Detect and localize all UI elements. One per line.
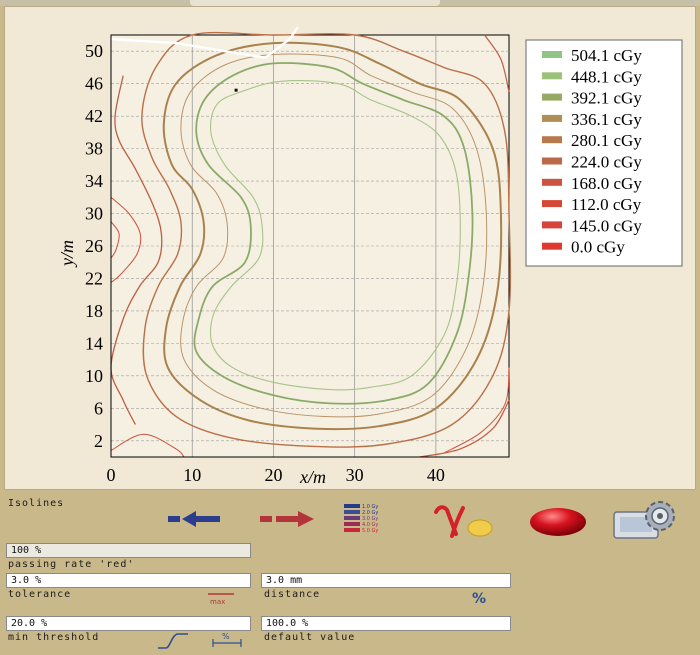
passing-rate-label: passing rate 'red' bbox=[8, 559, 135, 570]
red-sphere-icon bbox=[530, 508, 586, 536]
y-tick-label-4: 18 bbox=[85, 301, 103, 321]
percent-toggle-button[interactable]: % bbox=[472, 591, 486, 607]
max-line-icon: max bbox=[208, 593, 234, 605]
right-arrow-icon bbox=[260, 511, 314, 527]
settings-button[interactable] bbox=[610, 498, 680, 542]
legend-label-5: 224.0 cGy bbox=[571, 153, 642, 172]
legend-swatch-2 bbox=[542, 93, 562, 101]
legend-swatch-7 bbox=[542, 200, 562, 208]
legend-label-7: 112.0 cGy bbox=[571, 195, 642, 214]
legend-swatch-3 bbox=[542, 114, 562, 122]
y-tick-labels: 261014182226303438424650 bbox=[85, 41, 103, 451]
range-percent-label: % bbox=[222, 632, 230, 641]
legend-label-9: 0.0 cGy bbox=[571, 238, 625, 257]
default-value-label: default value bbox=[264, 632, 356, 643]
max-toggle-button[interactable]: max bbox=[206, 589, 236, 605]
y-tick-label-1: 6 bbox=[94, 398, 103, 418]
dose-marker bbox=[234, 88, 238, 92]
legend-label-4: 280.1 cGy bbox=[571, 131, 642, 150]
isodose-plot-panel: 0 10 20 30 40 2 6 10 14 18 22 26 30 34 38 42 46 50 x/m y… bbox=[4, 6, 696, 490]
y-tick-label-7: 30 bbox=[85, 204, 103, 224]
next-isoline-button[interactable] bbox=[256, 509, 316, 529]
legend-label-6: 168.0 cGy bbox=[571, 174, 642, 193]
legend-swatch-9 bbox=[542, 242, 562, 250]
y-tick-label-8: 34 bbox=[85, 171, 103, 191]
plot-area bbox=[110, 34, 510, 458]
x-tick-labels: 0 10 20 30 40 bbox=[107, 465, 445, 485]
passing-rate-field[interactable]: 100 % bbox=[6, 543, 251, 558]
y-tick-label-12: 50 bbox=[85, 41, 103, 61]
legend-swatch-6 bbox=[542, 178, 562, 186]
x-tick-label-4: 40 bbox=[427, 465, 445, 485]
legend-swatch-4 bbox=[542, 136, 562, 144]
y-tick-label-10: 42 bbox=[85, 106, 103, 126]
threshold-curve-icon bbox=[158, 633, 188, 649]
tolerance-field[interactable]: 3.0 % bbox=[6, 573, 251, 588]
legend-swatch-5 bbox=[542, 157, 562, 165]
x-tick-label-2: 20 bbox=[264, 465, 282, 485]
legend-label-1: 448.1 cGy bbox=[571, 67, 642, 86]
default-value-field[interactable]: 100.0 % bbox=[261, 616, 511, 631]
legend-label-2: 392.1 cGy bbox=[571, 89, 642, 108]
x-tick-label-1: 10 bbox=[183, 465, 201, 485]
y-tick-label-2: 10 bbox=[85, 366, 103, 386]
isodose-chart: 0 10 20 30 40 261014182226303438424650 x/m y… bbox=[57, 26, 683, 487]
gamma-icon bbox=[434, 505, 493, 538]
legend-swatch-8 bbox=[542, 221, 562, 229]
isolines-label: Isolines bbox=[8, 498, 65, 509]
y-tick-label-11: 46 bbox=[85, 74, 103, 94]
x-tick-label-0: 0 bbox=[107, 465, 116, 485]
previous-isoline-button[interactable] bbox=[164, 509, 224, 529]
legend-label-3: 336.1 cGy bbox=[571, 110, 642, 129]
y-tick-label-9: 38 bbox=[85, 139, 103, 159]
range-percent-icon: % bbox=[212, 632, 242, 647]
gamma-index-button[interactable] bbox=[430, 500, 494, 540]
max-label: max bbox=[210, 598, 225, 605]
isoline-legend-button[interactable]: 1.0 Gy 2.0 Gy 3.0 Gy 4.0 Gy 5.0 Gy bbox=[342, 502, 400, 538]
distance-label: distance bbox=[264, 589, 321, 600]
range-percent-button[interactable]: % bbox=[210, 630, 244, 648]
legend-label-8: 145.0 cGy bbox=[571, 216, 642, 235]
legend-swatch-1 bbox=[542, 72, 562, 80]
mini-legend-line-5: 5.0 Gy bbox=[362, 528, 378, 534]
legend: 504.1 cGy 448.1 cGy 392.1 cGy 336.1 cGy 280.… bbox=[525, 39, 683, 267]
isolines-controls: Isolines 1.0 Gy 2.0 Gy 3.0 Gy 4.0 Gy 5.0… bbox=[0, 492, 700, 655]
x-tick-label-3: 30 bbox=[346, 465, 364, 485]
left-arrow-icon bbox=[168, 511, 220, 527]
legend-swatch-0 bbox=[542, 51, 562, 58]
record-button[interactable] bbox=[526, 502, 590, 538]
y-tick-label-6: 26 bbox=[85, 236, 103, 256]
y-tick-label-5: 22 bbox=[85, 268, 103, 288]
tolerance-label: tolerance bbox=[8, 589, 72, 600]
legend-list-icon: 1.0 Gy 2.0 Gy 3.0 Gy 4.0 Gy 5.0 Gy bbox=[344, 504, 378, 534]
gear-icon bbox=[613, 501, 675, 539]
y-tick-label-3: 14 bbox=[85, 333, 103, 353]
distance-field[interactable]: 3.0 mm bbox=[261, 573, 511, 588]
legend-label-0: 504.1 cGy bbox=[571, 46, 642, 65]
min-threshold-label: min threshold bbox=[8, 632, 100, 643]
min-threshold-field[interactable]: 20.0 % bbox=[6, 616, 251, 631]
threshold-curve-button[interactable] bbox=[156, 630, 190, 650]
y-tick-label-0: 2 bbox=[94, 431, 103, 451]
x-axis-label: x/m bbox=[299, 467, 326, 487]
y-axis-label: y/m bbox=[57, 240, 77, 268]
